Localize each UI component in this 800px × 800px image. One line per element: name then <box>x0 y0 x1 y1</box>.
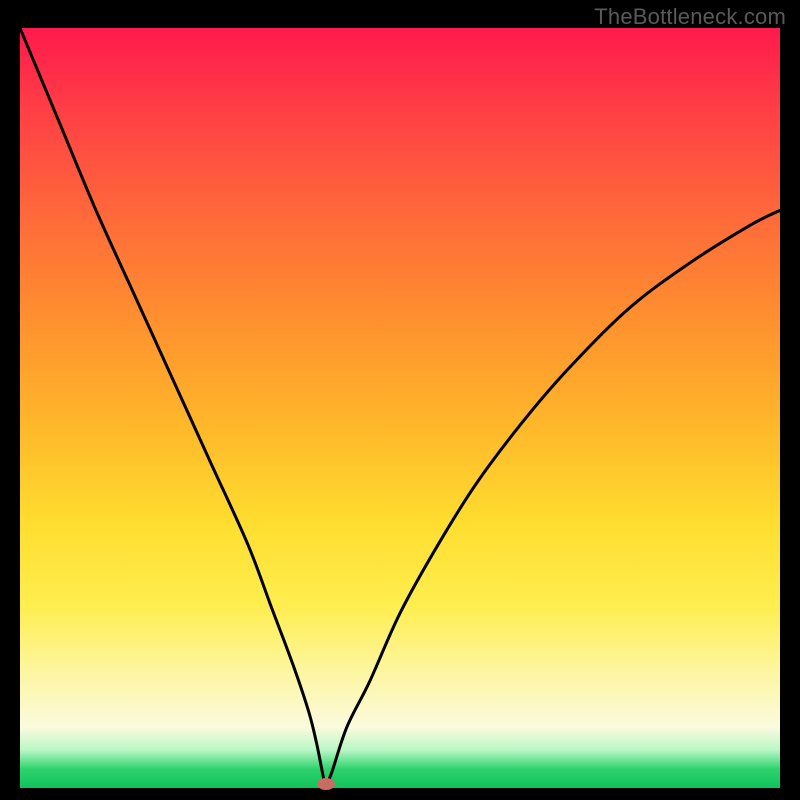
chart-frame: TheBottleneck.com <box>0 0 800 800</box>
watermark-text: TheBottleneck.com <box>594 4 786 30</box>
plot-area <box>20 28 780 788</box>
bottleneck-curve-path <box>20 28 780 784</box>
optimum-marker <box>317 778 335 790</box>
curve-svg <box>20 28 780 788</box>
